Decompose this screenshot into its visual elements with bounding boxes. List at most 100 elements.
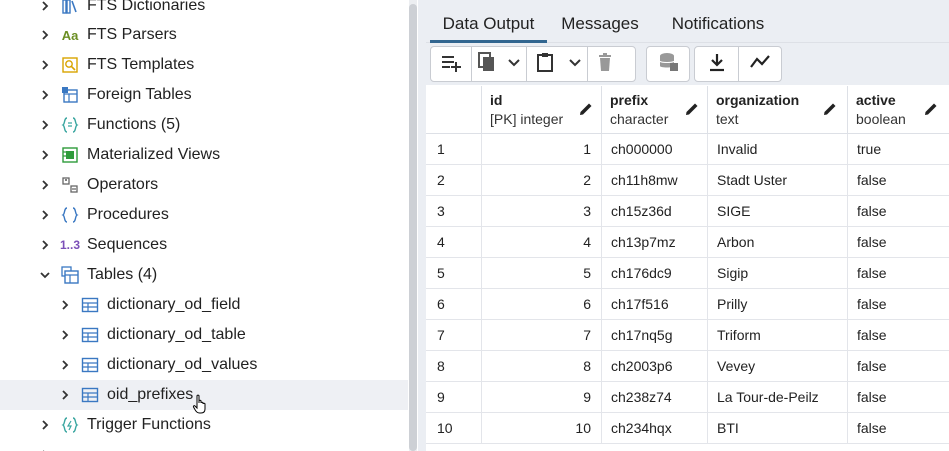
cell-id[interactable]: 4 [482, 227, 602, 258]
cell-prefix[interactable]: ch176dc9 [602, 258, 708, 289]
table-row[interactable]: 4 4 ch13p7mz Arbon false [426, 227, 949, 258]
cell-prefix[interactable]: ch234hqx [602, 413, 708, 444]
row-number[interactable]: 4 [426, 227, 482, 258]
row-number-header[interactable] [426, 86, 482, 134]
table-row[interactable]: 9 9 ch238z74 La Tour-de-Peilz false [426, 382, 949, 413]
column-header-active[interactable]: active boolean [848, 86, 949, 134]
table-row[interactable]: 10 10 ch234hqx BTI false [426, 413, 949, 444]
cell-prefix[interactable]: ch11h8mw [602, 165, 708, 196]
tree-item-dictionary-od-values[interactable]: dictionary_od_values [0, 350, 408, 380]
chevron-right-icon[interactable] [38, 28, 52, 42]
tree-item-foreign-tables[interactable]: Foreign Tables [0, 80, 408, 110]
table-row[interactable]: 3 3 ch15z36d SIGE false [426, 196, 949, 227]
cell-prefix[interactable]: ch000000 [602, 134, 708, 165]
chevron-right-icon[interactable] [58, 328, 72, 342]
row-number[interactable]: 6 [426, 289, 482, 320]
cell-organization[interactable]: Stadt Uster [708, 165, 848, 196]
delete-button[interactable] [588, 47, 621, 81]
chevron-right-icon[interactable] [38, 118, 52, 132]
cell-prefix[interactable]: ch17nq5g [602, 320, 708, 351]
column-header-prefix[interactable]: prefix character [602, 86, 708, 134]
cell-id[interactable]: 10 [482, 413, 602, 444]
save-data-button[interactable] [647, 47, 689, 81]
chevron-right-icon[interactable] [58, 388, 72, 402]
chevron-right-icon[interactable] [38, 208, 52, 222]
cell-active[interactable]: false [848, 165, 949, 196]
cell-prefix[interactable]: ch2003p6 [602, 351, 708, 382]
tree-item-oid-prefixes[interactable]: oid_prefixes [0, 380, 408, 414]
cell-prefix[interactable]: ch238z74 [602, 382, 708, 413]
tab-data-output[interactable]: Data Output [430, 8, 547, 43]
row-number[interactable]: 5 [426, 258, 482, 289]
cell-id[interactable]: 3 [482, 196, 602, 227]
cell-active[interactable]: false [848, 196, 949, 227]
cell-active[interactable]: false [848, 227, 949, 258]
cell-id[interactable]: 1 [482, 134, 602, 165]
edit-pencil-icon[interactable] [923, 101, 939, 117]
cell-organization[interactable]: Prilly [708, 289, 848, 320]
tab-notifications[interactable]: Notifications [657, 8, 779, 40]
chevron-right-icon[interactable] [38, 418, 52, 432]
cell-id[interactable]: 6 [482, 289, 602, 320]
add-row-button[interactable] [431, 47, 471, 81]
cell-id[interactable]: 2 [482, 165, 602, 196]
chevron-right-icon[interactable] [38, 58, 52, 72]
edit-pencil-icon[interactable] [578, 101, 594, 117]
cell-id[interactable]: 8 [482, 351, 602, 382]
cell-id[interactable]: 9 [482, 382, 602, 413]
cell-organization[interactable]: Triform [708, 320, 848, 351]
table-row[interactable]: 5 5 ch176dc9 Sigip false [426, 258, 949, 289]
cell-active[interactable]: false [848, 382, 949, 413]
download-button[interactable] [695, 47, 738, 81]
tree-item-procedures[interactable]: Procedures [0, 200, 408, 230]
cell-active[interactable]: false [848, 351, 949, 382]
panel-divider[interactable] [418, 0, 426, 451]
cell-id[interactable]: 7 [482, 320, 602, 351]
cell-organization[interactable]: Vevey [708, 351, 848, 382]
tree-item-tables[interactable]: Tables (4) [0, 260, 408, 290]
tree-item-functions[interactable]: Functions (5) [0, 110, 408, 140]
cell-active[interactable]: false [848, 258, 949, 289]
row-number[interactable]: 7 [426, 320, 482, 351]
table-row[interactable]: 1 1 ch000000 Invalid true [426, 134, 949, 165]
chevron-right-icon[interactable] [38, 178, 52, 192]
edit-pencil-icon[interactable] [684, 101, 700, 117]
cell-active[interactable]: true [848, 134, 949, 165]
tree-item-dictionary-od-field[interactable]: dictionary_od_field [0, 290, 408, 320]
copy-button[interactable] [472, 47, 502, 81]
row-number[interactable]: 8 [426, 351, 482, 382]
cell-active[interactable]: false [848, 289, 949, 320]
cell-organization[interactable]: Arbon [708, 227, 848, 258]
tree-item-dictionary-od-table[interactable]: dictionary_od_table [0, 320, 408, 350]
tree-scrollbar-thumb[interactable] [409, 4, 417, 451]
row-number[interactable]: 2 [426, 165, 482, 196]
table-row[interactable]: 8 8 ch2003p6 Vevey false [426, 351, 949, 382]
tab-messages[interactable]: Messages [553, 8, 647, 40]
row-number[interactable]: 9 [426, 382, 482, 413]
chevron-right-icon[interactable] [58, 358, 72, 372]
tree-item-sequences[interactable]: 1..3 Sequences [0, 230, 408, 260]
tree-item-fts-templates[interactable]: FTS Templates [0, 50, 408, 80]
column-header-id[interactable]: id [PK] integer [482, 86, 602, 134]
chevron-right-icon[interactable] [38, 88, 52, 102]
column-header-organization[interactable]: organization text [708, 86, 848, 134]
paste-options-dropdown[interactable] [563, 47, 587, 81]
chevron-right-icon[interactable] [38, 148, 52, 162]
cell-prefix[interactable]: ch15z36d [602, 196, 708, 227]
tree-item-operators[interactable]: Operators [0, 170, 408, 200]
cell-organization[interactable]: SIGE [708, 196, 848, 227]
cell-organization[interactable]: Invalid [708, 134, 848, 165]
tree-item-trigger-functions[interactable]: Trigger Functions [0, 410, 408, 440]
chevron-down-icon[interactable] [38, 268, 52, 282]
copy-options-dropdown[interactable] [502, 47, 526, 81]
graph-visualiser-button[interactable] [739, 47, 781, 81]
cell-organization[interactable]: La Tour-de-Peilz [708, 382, 848, 413]
tree-item-fts-dictionaries[interactable]: FTS Dictionaries [0, 0, 408, 21]
paste-button[interactable] [527, 47, 563, 81]
row-number[interactable]: 10 [426, 413, 482, 444]
row-number[interactable]: 3 [426, 196, 482, 227]
cell-prefix[interactable]: ch17f516 [602, 289, 708, 320]
tree-item-materialized-views[interactable]: Materialized Views [0, 140, 408, 170]
table-row[interactable]: 6 6 ch17f516 Prilly false [426, 289, 949, 320]
chevron-right-icon[interactable] [58, 298, 72, 312]
